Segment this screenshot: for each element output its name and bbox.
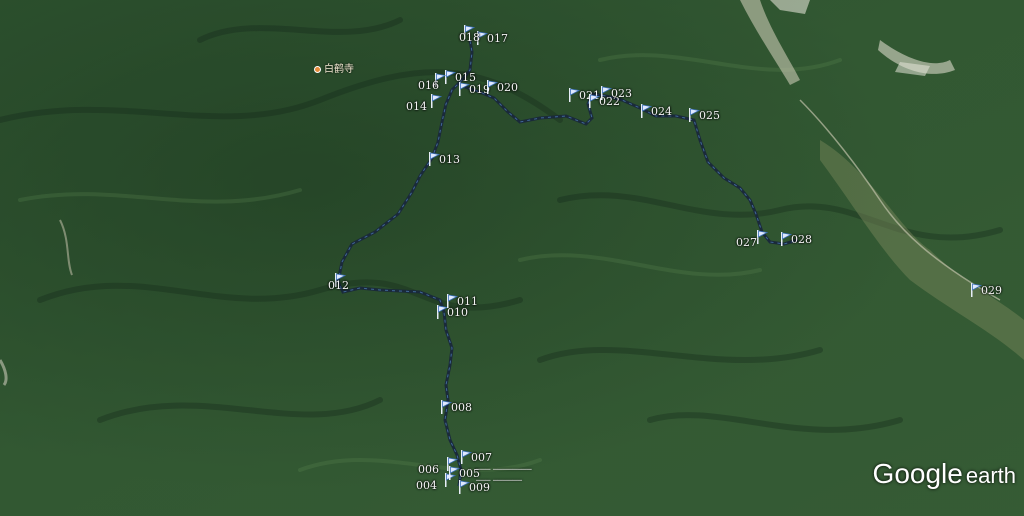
waypoint-label: 020: [497, 81, 518, 94]
waypoint-label: 028: [791, 233, 812, 246]
track-annotation-2: ─── ──────: [476, 476, 522, 485]
waypoint-label: 004: [416, 479, 437, 492]
waypoint-label: 024: [651, 105, 672, 118]
waypoint-label: 012: [328, 279, 349, 292]
flag-icon: [757, 230, 768, 244]
waypoint-label: 027: [736, 236, 757, 249]
waypoint-label: 014: [406, 100, 427, 113]
satellite-map[interactable]: 白鹤寺 004 005 006 007 008 009 010 011 012 013 014 015…: [0, 0, 1024, 516]
waypoint-label: 018: [459, 31, 480, 44]
terrain-imagery: [0, 0, 1024, 516]
waypoint-label: 013: [439, 153, 460, 166]
flag-icon: [431, 94, 442, 108]
flag-icon: [447, 457, 458, 471]
waypoint-label: 025: [699, 109, 720, 122]
poi-marker-icon: [314, 66, 321, 73]
waypoint-label: 016: [418, 79, 439, 92]
waypoint-label: 008: [451, 401, 472, 414]
waypoint-label: 023: [611, 87, 632, 100]
waypoint-label: 007: [471, 451, 492, 464]
google-earth-logo: Google earth: [872, 458, 1016, 489]
waypoint-label: 029: [981, 284, 1002, 297]
waypoint-label: 011: [457, 295, 478, 308]
waypoint-label: 017: [487, 32, 508, 45]
waypoint-label: 006: [418, 463, 439, 476]
temple-poi[interactable]: 白鹤寺: [314, 60, 354, 75]
track-annotation-1: ─── ────────: [476, 465, 532, 474]
